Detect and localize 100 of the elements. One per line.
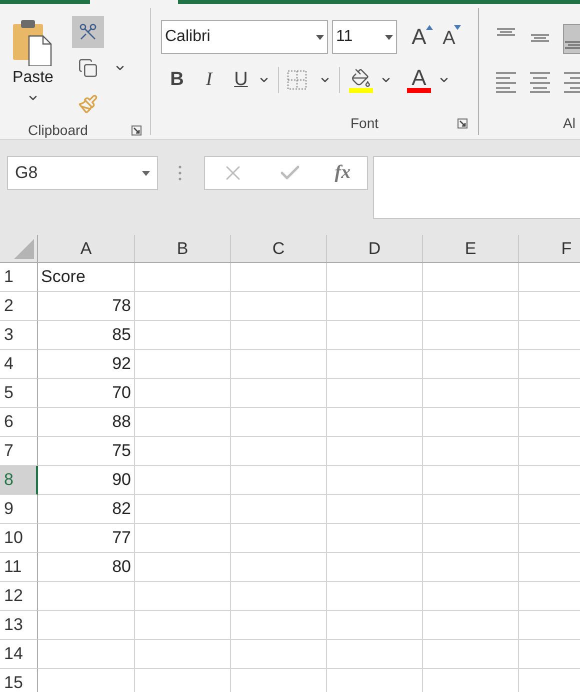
row-header[interactable]: 14: [0, 640, 38, 669]
empty-cell[interactable]: [231, 292, 327, 321]
empty-cell[interactable]: [135, 495, 231, 524]
italic-button[interactable]: I: [193, 66, 225, 94]
empty-cell[interactable]: [327, 292, 423, 321]
empty-cell[interactable]: [327, 263, 423, 292]
empty-cell[interactable]: [327, 553, 423, 582]
empty-cell[interactable]: [423, 553, 519, 582]
empty-cell[interactable]: [327, 466, 423, 495]
empty-cell[interactable]: [423, 437, 519, 466]
column-header[interactable]: E: [423, 235, 519, 262]
empty-cell[interactable]: [423, 582, 519, 611]
empty-cell[interactable]: [327, 524, 423, 553]
empty-cell[interactable]: [423, 321, 519, 350]
empty-cell[interactable]: [423, 640, 519, 669]
row-header[interactable]: 10: [0, 524, 38, 553]
empty-cell[interactable]: [327, 611, 423, 640]
empty-cell[interactable]: [327, 437, 423, 466]
empty-cell[interactable]: [231, 524, 327, 553]
row-header[interactable]: 3: [0, 321, 38, 350]
empty-cell[interactable]: [327, 582, 423, 611]
font-size-combo[interactable]: 11: [332, 20, 397, 54]
empty-cell[interactable]: [231, 495, 327, 524]
empty-cell[interactable]: [135, 437, 231, 466]
empty-cell[interactable]: [327, 408, 423, 437]
font-name-combo[interactable]: Calibri: [161, 20, 328, 54]
dialog-launcher-icon[interactable]: [456, 118, 468, 128]
empty-cell[interactable]: [135, 379, 231, 408]
fill-color-button[interactable]: [348, 68, 374, 92]
row-header[interactable]: 8: [0, 466, 38, 495]
bold-button[interactable]: B: [161, 66, 193, 94]
name-box[interactable]: G8: [7, 156, 158, 190]
column-header[interactable]: D: [327, 235, 423, 262]
empty-cell[interactable]: [38, 611, 135, 640]
empty-cell[interactable]: [327, 495, 423, 524]
empty-cell[interactable]: [327, 379, 423, 408]
empty-cell[interactable]: [231, 582, 327, 611]
column-header[interactable]: B: [135, 235, 231, 262]
empty-cell[interactable]: [423, 408, 519, 437]
empty-cell[interactable]: [423, 611, 519, 640]
column-header[interactable]: F: [519, 235, 580, 262]
cell[interactable]: 70: [38, 379, 135, 408]
empty-cell[interactable]: [231, 263, 327, 292]
empty-cell[interactable]: [231, 321, 327, 350]
empty-cell[interactable]: [135, 553, 231, 582]
empty-cell[interactable]: [423, 524, 519, 553]
column-header[interactable]: A: [38, 235, 135, 262]
empty-cell[interactable]: [423, 495, 519, 524]
empty-cell[interactable]: [231, 437, 327, 466]
empty-cell[interactable]: [423, 379, 519, 408]
empty-cell[interactable]: [135, 582, 231, 611]
empty-cell[interactable]: [38, 582, 135, 611]
dialog-launcher-icon[interactable]: [131, 125, 142, 136]
empty-cell[interactable]: [135, 408, 231, 437]
shrink-font-button[interactable]: A: [437, 22, 461, 52]
empty-cell[interactable]: [423, 292, 519, 321]
empty-cell[interactable]: [135, 292, 231, 321]
empty-cell[interactable]: [327, 640, 423, 669]
row-header[interactable]: 1: [0, 263, 38, 292]
row-header[interactable]: 5: [0, 379, 38, 408]
select-all-icon[interactable]: [14, 239, 34, 259]
empty-cell[interactable]: [135, 466, 231, 495]
row-header[interactable]: 11: [0, 553, 38, 582]
cell[interactable]: 80: [38, 553, 135, 582]
font-color-button[interactable]: A: [406, 68, 432, 92]
empty-cell[interactable]: [231, 408, 327, 437]
row-header[interactable]: 13: [0, 611, 38, 640]
cut-button[interactable]: [72, 16, 104, 48]
empty-cell[interactable]: [38, 640, 135, 669]
borders-icon[interactable]: [287, 70, 307, 90]
cell[interactable]: 82: [38, 495, 135, 524]
row-header[interactable]: 2: [0, 292, 38, 321]
empty-cell[interactable]: [135, 321, 231, 350]
empty-cell[interactable]: [423, 350, 519, 379]
row-header[interactable]: 15: [0, 669, 38, 692]
empty-cell[interactable]: [327, 321, 423, 350]
cell[interactable]: 90: [38, 466, 135, 495]
empty-cell[interactable]: [231, 553, 327, 582]
empty-cell[interactable]: [423, 263, 519, 292]
empty-cell[interactable]: [231, 611, 327, 640]
paste-button[interactable]: Paste: [0, 12, 66, 120]
cell[interactable]: 85: [38, 321, 135, 350]
row-header[interactable]: 4: [0, 350, 38, 379]
row-header[interactable]: 6: [0, 408, 38, 437]
empty-cell[interactable]: [135, 524, 231, 553]
empty-cell[interactable]: [231, 350, 327, 379]
empty-cell[interactable]: [231, 379, 327, 408]
cell[interactable]: 77: [38, 524, 135, 553]
insert-function-button[interactable]: fx: [334, 158, 351, 188]
cell[interactable]: 78: [38, 292, 135, 321]
grow-font-button[interactable]: A: [405, 22, 433, 52]
row-header[interactable]: 12: [0, 582, 38, 611]
empty-cell[interactable]: [135, 350, 231, 379]
formula-input[interactable]: [373, 156, 580, 219]
empty-cell[interactable]: [423, 466, 519, 495]
empty-cell[interactable]: [135, 640, 231, 669]
cell[interactable]: 92: [38, 350, 135, 379]
empty-cell[interactable]: [231, 640, 327, 669]
cell[interactable]: Score: [38, 263, 135, 292]
empty-cell[interactable]: [135, 611, 231, 640]
